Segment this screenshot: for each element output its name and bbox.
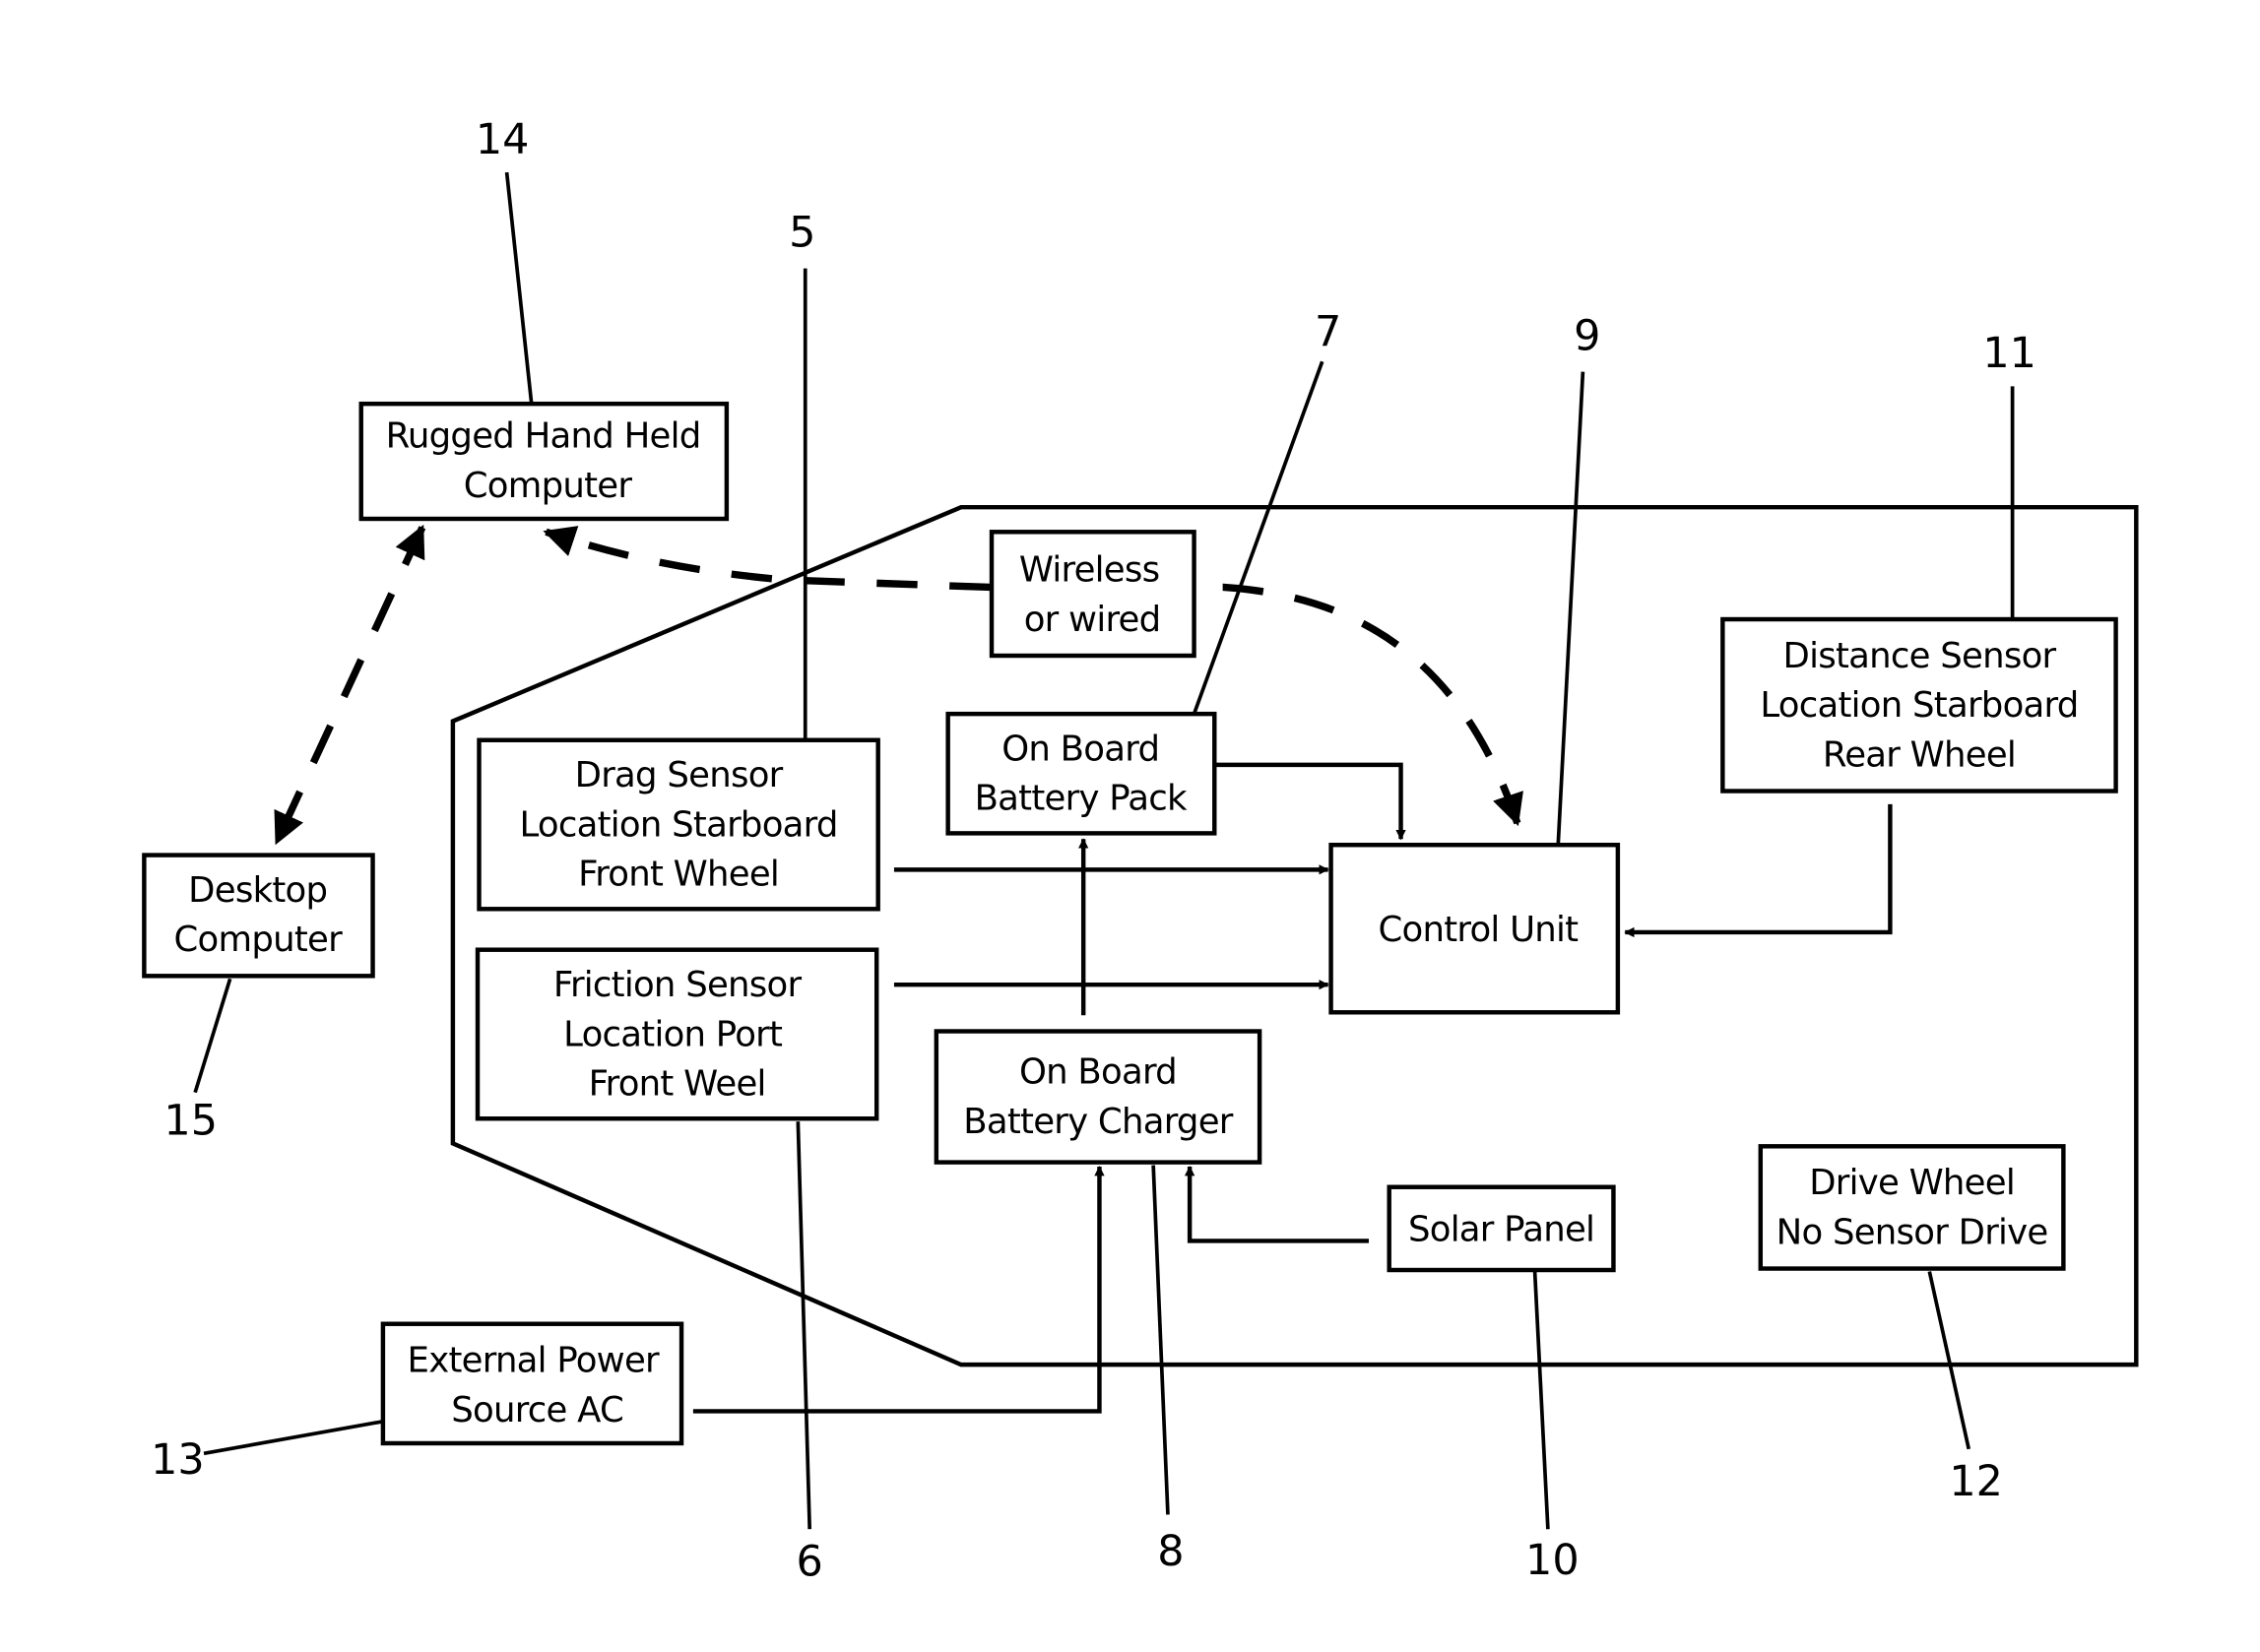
block-label: Location Starboard (1760, 685, 2078, 726)
block-label: or wired (1024, 600, 1161, 640)
leader-13 (203, 1419, 384, 1456)
block-label: Rugged Hand Held (386, 416, 701, 457)
block-solar-panel: Solar Panel (1387, 1184, 1616, 1273)
block-label: Wireless (1019, 550, 1160, 591)
arrow-solar-to-charger (1184, 1165, 1370, 1243)
ref-numeral-14: 14 (476, 115, 530, 164)
ref-numeral-11: 11 (1982, 329, 2036, 378)
ref-numeral-5: 5 (789, 208, 815, 257)
leader-7 (1192, 360, 1324, 715)
dashed-link-handheld-to-desktop (273, 524, 426, 846)
leader-14 (504, 171, 534, 405)
block-label: Drive Wheel (1809, 1163, 2015, 1203)
arrow-external-to-charger (692, 1165, 1105, 1414)
block-label: Rear Wheel (1823, 734, 2016, 775)
block-label: Solar Panel (1408, 1209, 1594, 1249)
block-diagram: Rugged Hand Held Computer Desktop Comput… (142, 115, 2139, 1587)
block-label: No Sensor Drive (1776, 1212, 2048, 1252)
block-label: Friction Sensor (553, 965, 803, 1005)
ref-numeral-8: 8 (1157, 1527, 1184, 1576)
arrow-pack-to-control (1214, 762, 1406, 841)
block-label: Computer (174, 920, 344, 960)
block-drag-sensor: Drag Sensor Location Starboard Front Whe… (477, 737, 880, 912)
leader-10 (1532, 1271, 1550, 1530)
leader-15 (193, 978, 232, 1094)
block-battery-pack: On Board Battery Pack (945, 711, 1217, 836)
block-wireless-or-wired: Wireless or wired (989, 530, 1196, 659)
block-label: On Board (1001, 729, 1159, 769)
block-label: Location Port (563, 1014, 783, 1054)
ref-numeral-10: 10 (1525, 1536, 1580, 1585)
block-label: Battery Pack (975, 779, 1188, 819)
block-label: Front Wheel (578, 855, 779, 895)
block-label: Drag Sensor (575, 755, 784, 795)
block-distance-sensor: Distance Sensor Location Starboard Rear … (1720, 616, 2118, 794)
ref-numeral-15: 15 (163, 1096, 218, 1145)
block-label: Source AC (451, 1390, 623, 1430)
block-external-power: External Power Source AC (380, 1321, 684, 1446)
block-battery-charger: On Board Battery Charger (934, 1029, 1262, 1165)
ref-numeral-9: 9 (1574, 311, 1600, 360)
block-label: Control Unit (1379, 910, 1580, 950)
leader-6 (796, 1121, 812, 1530)
ref-numeral-13: 13 (151, 1435, 205, 1485)
leader-9 (1556, 371, 1585, 846)
block-label: Computer (464, 466, 633, 506)
ref-numeral-6: 6 (797, 1538, 823, 1587)
block-label: Distance Sensor (1783, 636, 2057, 676)
block-rugged-handheld-computer: Rugged Hand Held Computer (358, 401, 730, 522)
leader-12 (1927, 1271, 1971, 1450)
block-label: Desktop (188, 870, 327, 911)
block-label: External Power (408, 1341, 660, 1381)
block-label: Front Weel (589, 1064, 766, 1105)
block-friction-sensor: Friction Sensor Location Port Front Weel (475, 947, 879, 1121)
block-control-unit: Control Unit (1328, 843, 1621, 1015)
block-drive-wheel: Drive Wheel No Sensor Drive (1758, 1144, 2066, 1271)
block-label: Location Starboard (520, 804, 838, 845)
ref-numeral-12: 12 (1949, 1457, 2003, 1506)
arrow-distance-to-control (1624, 803, 1893, 938)
ref-numeral-7: 7 (1315, 307, 1341, 356)
block-label: Battery Charger (963, 1102, 1233, 1142)
leader-8 (1151, 1165, 1170, 1515)
block-desktop-computer: Desktop Computer (142, 853, 375, 979)
block-label: On Board (1019, 1052, 1177, 1093)
